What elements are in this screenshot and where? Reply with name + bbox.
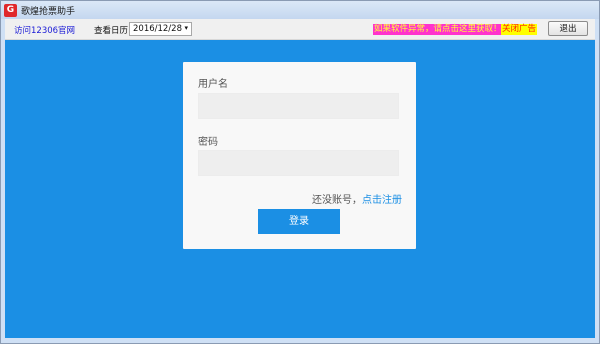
exit-button[interactable]: 退出: [548, 21, 588, 36]
username-label: 用户名: [198, 79, 228, 90]
app-logo-icon: G: [4, 3, 17, 17]
login-card: 用户名 密码 还没账号，点击注册 登录: [183, 62, 416, 249]
no-account-text: 还没账号，: [312, 195, 362, 206]
date-value: 2016/12/28: [133, 24, 182, 34]
login-button[interactable]: 登录: [258, 209, 340, 234]
toolbar: 访问12306官网 查看日历 2016/12/28 ▾ 如果软件异常，请点击这里…: [5, 19, 595, 40]
window-title: 歌煌抢票助手: [21, 6, 76, 17]
date-select[interactable]: 2016/12/28 ▾: [129, 22, 192, 36]
calendar-label: 查看日历: [94, 26, 129, 36]
register-link[interactable]: 点击注册: [362, 195, 402, 206]
title-bar[interactable]: G 歌煌抢票助手: [1, 1, 599, 19]
close-ad-button[interactable]: 关闭广告: [501, 24, 538, 35]
visit-12306-link[interactable]: 访问12306官网: [14, 24, 75, 36]
exception-help-link[interactable]: 如果软件异常，请点击这里获取！: [373, 24, 503, 35]
register-prompt: 还没账号，点击注册: [312, 191, 402, 206]
app-window: G 歌煌抢票助手 访问12306官网 查看日历 2016/12/28 ▾ 如果软…: [0, 0, 600, 344]
dropdown-arrow-icon[interactable]: ▾: [184, 24, 188, 32]
password-label: 密码: [198, 137, 218, 148]
username-input[interactable]: [198, 93, 399, 119]
password-input[interactable]: [198, 150, 399, 176]
main-area: 用户名 密码 还没账号，点击注册 登录: [5, 40, 595, 338]
